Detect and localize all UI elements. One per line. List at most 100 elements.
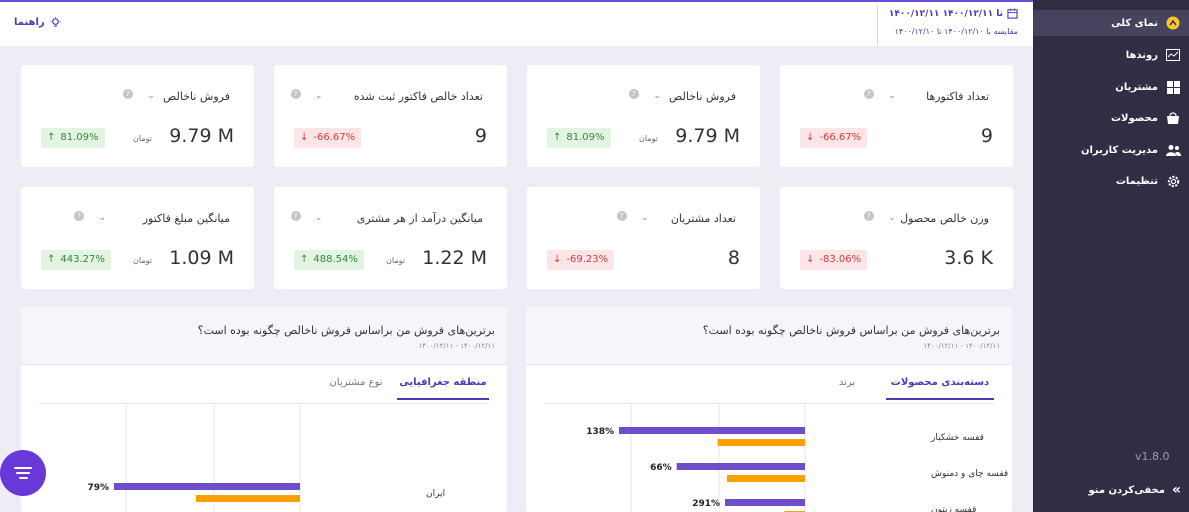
kpi-unit: تومان xyxy=(386,256,405,265)
kpi-title: فروش ناخالص xyxy=(163,90,230,103)
kpi-title: تعداد فاکتورها xyxy=(926,90,989,103)
date-range: ۱۴۰۰/۱۲/۱۱ تا ۱۴۰۰/۱۲/۱۱ xyxy=(888,8,1003,19)
panel-header: برترین‌های فروش من براساس فروش ناخالص چگ… xyxy=(21,307,507,365)
kpi-value: 1.22 M xyxy=(422,247,487,269)
panel-date-range: ۱۴۰۰/۱۲/۱۱ - ۱۴۰۰/۱۲/۱۱ xyxy=(418,342,495,350)
kpi-value: 8 xyxy=(727,247,740,269)
kpi-card: وزن خالص محصول ⌄? 3.6 K ↓ -83.06% xyxy=(780,187,1013,289)
user-management-icon xyxy=(1165,142,1181,158)
chevron-down-icon[interactable]: ⌄ xyxy=(315,213,323,223)
kpi-value: 3.6 K xyxy=(944,247,993,269)
gear-icon xyxy=(1165,173,1181,189)
change-value: 81.09% xyxy=(60,132,99,143)
panel-title: برترین‌های فروش من براساس فروش ناخالص چگ… xyxy=(702,324,1000,337)
guide-label: راهنما xyxy=(14,17,45,28)
top-sales-panel-categories: برترین‌های فروش من براساس فروش ناخالص چگ… xyxy=(526,307,1012,512)
change-badge: ↑ 488.54% xyxy=(294,250,364,270)
help-icon[interactable]: ? xyxy=(74,211,85,221)
kpi-value: 1.09 M xyxy=(169,247,234,269)
chevron-down-icon[interactable]: ⌄ xyxy=(641,213,649,223)
kpi-unit: تومان xyxy=(639,134,658,143)
bar-current xyxy=(676,463,805,470)
kpi-unit: تومان xyxy=(133,256,152,265)
help-icon[interactable]: ? xyxy=(122,89,133,99)
help-icon[interactable]: ? xyxy=(863,89,874,99)
kpi-value: 9.79 M xyxy=(675,125,740,147)
chevron-down-icon[interactable]: ⌄ xyxy=(653,91,661,101)
change-badge: ↓ -83.06% xyxy=(800,250,868,270)
arrow-up-icon: ↑ xyxy=(553,132,562,143)
arrow-up-icon: ↑ xyxy=(47,254,56,265)
tab-customer-type[interactable]: نوع مشتریان xyxy=(329,377,383,398)
fab-line xyxy=(18,477,28,479)
arrow-down-icon: ↓ xyxy=(553,254,562,265)
sidebar: نمای کلی روندها مشتریان محصولات مدیریت ک… xyxy=(1033,0,1189,512)
change-badge: ↑ 81.09% xyxy=(547,128,611,148)
lightbulb-icon xyxy=(50,17,61,27)
top-bar: راهنما ۱۴۰۰/۱۲/۱۱ تا ۱۴۰۰/۱۲/۱۱ مقایسه ب… xyxy=(0,0,1033,46)
bar-previous xyxy=(726,475,805,482)
change-value: 81.09% xyxy=(566,132,605,143)
sidebar-item-label: تنظیمات xyxy=(1115,175,1158,187)
kpi-unit: تومان xyxy=(133,134,152,143)
products-icon xyxy=(1165,110,1181,126)
calendar-icon xyxy=(1007,8,1018,19)
category-label: قفسه چای و دمنوش xyxy=(931,469,1008,479)
kpi-title: وزن خالص محصول xyxy=(900,212,989,225)
change-badge: ↓ -66.67% xyxy=(800,128,868,148)
arrow-down-icon: ↓ xyxy=(806,254,815,265)
kpi-title: میانگین درآمد از هر مشتری xyxy=(356,212,483,225)
double-chevron-left-icon: « xyxy=(1171,482,1181,498)
sidebar-item-label: مشتریان xyxy=(1115,81,1158,93)
kpi-title: تعداد خالص فاکتور ثبت شده xyxy=(353,90,483,103)
tab-brand[interactable]: برند xyxy=(832,377,862,398)
menu-fab-button[interactable] xyxy=(0,450,46,496)
kpi-card: فروش ناخالص ⌄? 9.79 M تومان ↑ 81.09% xyxy=(21,65,254,167)
sidebar-item-trends[interactable]: روندها xyxy=(1041,42,1181,68)
chevron-down-icon[interactable]: ⌄ xyxy=(888,91,896,101)
help-icon[interactable]: ? xyxy=(628,89,639,99)
chevron-down-icon[interactable]: ⌄ xyxy=(888,213,896,223)
panel-header: برترین‌های فروش من براساس فروش ناخالص چگ… xyxy=(526,307,1012,365)
kpi-title: تعداد مشتریان xyxy=(670,212,736,225)
sidebar-item-customers[interactable]: مشتریان xyxy=(1041,74,1181,100)
sidebar-item-settings[interactable]: تنظیمات xyxy=(1041,168,1181,194)
hide-menu-button[interactable]: « مخفی‌کردن منو xyxy=(1089,482,1182,498)
help-icon[interactable]: ? xyxy=(290,89,301,99)
bar-current xyxy=(619,427,805,434)
kpi-card: میانگین مبلغ فاکتور ⌄? 1.09 M تومان ↑ 443.27% xyxy=(21,187,254,289)
kpi-card: فروش ناخالص ⌄? 9.79 M تومان ↑ 81.09% xyxy=(527,65,760,167)
guide-button[interactable]: راهنما xyxy=(14,17,61,28)
kpi-card: تعداد مشتریان ⌄? 8 ↓ -69.23% xyxy=(527,187,760,289)
fab-line xyxy=(16,472,30,474)
sidebar-item-products[interactable]: محصولات xyxy=(1041,105,1181,131)
arrow-down-icon: ↓ xyxy=(300,132,309,143)
dashboard-icon xyxy=(1165,15,1181,31)
bar-data-label: 79% xyxy=(87,483,109,493)
panel-title: برترین‌های فروش من براساس فروش ناخالص چگ… xyxy=(197,324,495,337)
change-badge: ↓ -69.23% xyxy=(547,250,615,270)
help-icon[interactable]: ? xyxy=(290,211,301,221)
sidebar-item-user-management[interactable]: مدیریت کاربران xyxy=(1041,137,1181,163)
category-label: قفسه زیتون xyxy=(931,505,976,512)
tab-geographic-region[interactable]: منطقه جغرافیایی xyxy=(397,377,489,400)
sidebar-item-overview[interactable]: نمای کلی xyxy=(1033,10,1189,36)
change-value: 488.54% xyxy=(313,254,358,265)
help-icon[interactable]: ? xyxy=(616,211,627,221)
date-range-picker[interactable]: ۱۴۰۰/۱۲/۱۱ تا ۱۴۰۰/۱۲/۱۱ مقایسه با ۱۴۰۰/… xyxy=(880,8,1018,36)
chevron-down-icon[interactable]: ⌄ xyxy=(147,91,155,101)
chevron-down-icon[interactable]: ⌄ xyxy=(99,213,107,223)
category-label: قفسه خشکبار xyxy=(930,433,984,443)
category-label: ایران xyxy=(426,489,445,499)
arrow-down-icon: ↓ xyxy=(806,132,815,143)
panel-date-range: ۱۴۰۰/۱۲/۱۱ - ۱۴۰۰/۱۲/۱۱ xyxy=(923,342,1000,350)
chevron-down-icon[interactable]: ⌄ xyxy=(315,91,323,101)
sidebar-item-label: مدیریت کاربران xyxy=(1080,144,1158,156)
help-icon[interactable]: ? xyxy=(863,211,874,221)
hide-menu-label: مخفی‌کردن منو xyxy=(1088,484,1165,496)
sidebar-item-label: محصولات xyxy=(1110,112,1158,124)
compare-range: مقایسه با ۱۴۰۰/۱۲/۱۰ تا ۱۴۰۰/۱۲/۱۰ xyxy=(894,27,1018,36)
tab-product-categories[interactable]: دسته‌بندی محصولات xyxy=(886,377,994,400)
kpi-value: 9.79 M xyxy=(169,125,234,147)
change-value: -69.23% xyxy=(566,254,609,265)
